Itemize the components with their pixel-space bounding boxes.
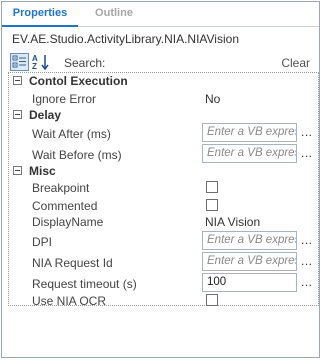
collapse-icon[interactable] [13, 76, 22, 85]
expression-editor-button[interactable]: ... [301, 233, 313, 247]
property-name: Request timeout (s) [32, 277, 137, 291]
ignore-error-value[interactable]: No [205, 92, 220, 106]
property-name: Wait Before (ms) [32, 148, 122, 162]
collapse-icon[interactable] [13, 166, 22, 175]
use-nia-ocr-checkbox[interactable] [206, 294, 218, 306]
tab-outline[interactable]: Outline [82, 2, 146, 25]
expression-editor-button[interactable]: ... [301, 125, 313, 139]
sort-az-icon: A Z [32, 54, 49, 71]
property-row-breakpoint: Breakpoint [9, 179, 318, 197]
property-row-wait-after: Wait After (ms) Enter a VB expression ..… [9, 123, 318, 143]
dpi-input[interactable]: Enter a VB expression [202, 231, 297, 250]
expression-editor-button[interactable]: ... [301, 275, 313, 289]
alphabetical-sort-button[interactable]: A Z [31, 53, 50, 71]
category-control-execution[interactable]: Contol Execution [9, 73, 318, 91]
request-timeout-input[interactable]: 100 [202, 273, 297, 292]
property-name: NIA Request Id [32, 256, 113, 270]
search-label: Search: [64, 56, 106, 70]
property-grid: Contol Execution Ignore Error No Delay W… [8, 72, 319, 308]
property-name: DPI [32, 235, 53, 249]
wait-before-input[interactable]: Enter a VB expression [202, 144, 297, 163]
categorized-icon [12, 55, 26, 68]
property-name: Breakpoint [32, 181, 90, 195]
clear-button[interactable]: Clear [281, 56, 310, 70]
property-name: Wait After (ms) [32, 127, 111, 141]
property-name: DisplayName [32, 215, 104, 229]
properties-toolbar: A Z Search: Clear [10, 53, 310, 73]
breakpoint-checkbox[interactable] [206, 181, 218, 193]
category-label: Delay [29, 108, 62, 122]
property-row-display-name: DisplayName NIA Vision [9, 213, 318, 231]
property-row-wait-before: Wait Before (ms) Enter a VB expression .… [9, 144, 318, 164]
properties-panel: Properties Outline EV.AE.Studio.Activity… [1, 1, 320, 358]
property-name: Use NIA OCR [32, 294, 107, 308]
categorized-view-button[interactable] [10, 53, 29, 71]
tab-properties[interactable]: Properties [2, 2, 78, 27]
tab-bar: Properties Outline [2, 2, 319, 27]
property-row-nia-request-id: NIA Request Id Enter a VB expression ... [9, 252, 318, 272]
expression-editor-button[interactable]: ... [301, 146, 313, 160]
property-name: Ignore Error [32, 92, 97, 106]
property-row-ignore-error: Ignore Error No [9, 90, 318, 108]
svg-text:Z: Z [32, 62, 37, 71]
category-label: Misc [29, 164, 56, 178]
property-row-use-nia-ocr: Use NIA OCR [9, 292, 318, 310]
nia-request-id-input[interactable]: Enter a VB expression [202, 252, 297, 271]
property-row-request-timeout: Request timeout (s) 100 ... [9, 273, 318, 293]
commented-checkbox[interactable] [206, 199, 218, 211]
collapse-icon[interactable] [13, 110, 22, 119]
property-row-dpi: DPI Enter a VB expression ... [9, 231, 318, 251]
expression-editor-button[interactable]: ... [301, 254, 313, 268]
property-name: Commented [32, 199, 98, 213]
wait-after-input[interactable]: Enter a VB expression [202, 123, 297, 142]
activity-path: EV.AE.Studio.ActivityLibrary.NIA.NIAVisi… [12, 32, 239, 46]
display-name-value[interactable]: NIA Vision [205, 215, 260, 229]
category-label: Contol Execution [29, 74, 128, 88]
